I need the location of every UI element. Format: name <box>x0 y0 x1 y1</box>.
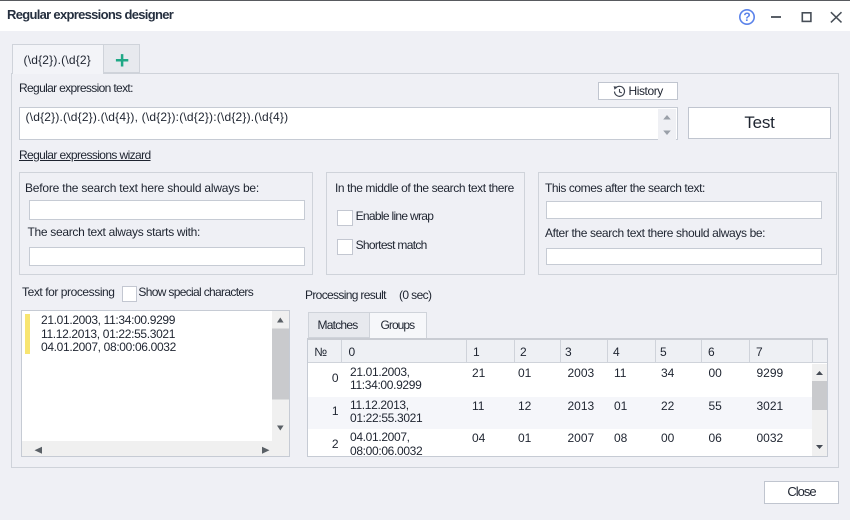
svg-text:?: ? <box>743 10 750 24</box>
